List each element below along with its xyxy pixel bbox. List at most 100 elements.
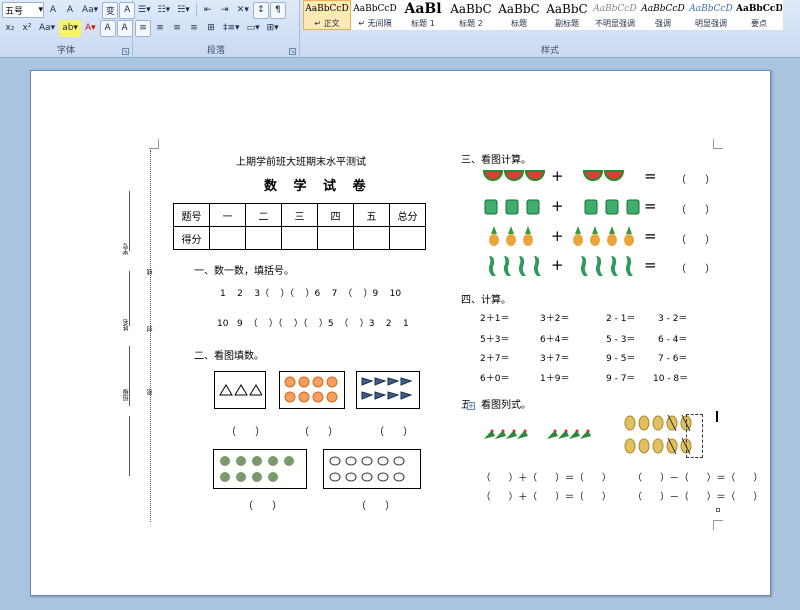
paragraph-dialog-launcher-icon[interactable]: ↘: [289, 48, 296, 55]
line-spacing-button[interactable]: ‡≡▾: [220, 20, 243, 37]
change-case-label: Aa▾: [82, 5, 99, 15]
styles-gallery: AaBbCcD ↵ 正文 AaBbCcD ↵ 无间隔 AaBl 标题 1 AaBbC 标…: [303, 0, 800, 44]
answer-blank[interactable]: （ ）: [243, 497, 282, 512]
table-cell[interactable]: [245, 226, 282, 250]
table-cell[interactable]: [281, 226, 318, 250]
chevron-down-icon: ▾: [38, 5, 43, 15]
shrink-font-button[interactable]: A: [62, 2, 78, 19]
case-button[interactable]: Aa▾: [36, 20, 58, 37]
align-right-button[interactable]: ≡: [169, 20, 185, 37]
sort-button[interactable]: ↕: [252, 1, 269, 19]
calc-item: 1＋9＝: [540, 374, 570, 384]
table-move-handle-icon[interactable]: +: [467, 402, 475, 410]
watermelons-right: [583, 169, 627, 185]
table-cell[interactable]: [389, 226, 426, 250]
style-title[interactable]: AaBbC 标题: [495, 0, 543, 30]
separator: [195, 3, 197, 17]
superscript-button[interactable]: x²: [19, 20, 35, 37]
equals-sign: =: [644, 167, 657, 185]
chinese-layout-button[interactable]: ✕▾: [234, 2, 252, 19]
bullets-button[interactable]: ☰▾: [135, 2, 154, 19]
font-size-select[interactable]: 五号 ▾: [2, 2, 44, 18]
student-no-label: 学号: [123, 243, 130, 255]
justify-button[interactable]: ≡: [186, 20, 202, 37]
grow-font-button[interactable]: A: [45, 2, 61, 19]
highlight-button[interactable]: ab▾: [59, 19, 81, 37]
style-intense-emphasis[interactable]: AaBbCcD 明显强调: [687, 0, 735, 30]
shells-picture: [279, 371, 345, 409]
style-heading1[interactable]: AaBl 标题 1: [399, 0, 447, 30]
shading-icon: ▭▾: [246, 23, 260, 33]
table-cell[interactable]: [209, 226, 246, 250]
show-marks-button[interactable]: ¶: [269, 1, 286, 19]
multilevel-list-button[interactable]: ☵▾: [174, 2, 193, 19]
change-case-button[interactable]: Aa▾: [79, 2, 101, 19]
equation-line-2[interactable]: （ ）＋（ ）＝（ ） （ ）－（ ）＝（ ）: [481, 489, 763, 503]
birds-group-1: [483, 427, 529, 443]
class-label: 班级: [123, 389, 130, 401]
answer-blank[interactable]: （ ）: [676, 231, 715, 246]
decrease-indent-button[interactable]: ⇤: [200, 2, 216, 19]
font-dialog-launcher-icon[interactable]: ↘: [122, 48, 129, 55]
increase-indent-button[interactable]: ⇥: [217, 2, 233, 19]
answer-blank[interactable]: （ ）: [374, 423, 413, 438]
justify-icon: ≡: [190, 23, 198, 33]
exam-subject: 数 学 试 卷: [264, 179, 372, 194]
seahorse-icons: [488, 256, 541, 276]
style-strong[interactable]: AaBbCcD 要点: [735, 0, 783, 30]
answer-blank[interactable]: （ ）: [676, 171, 715, 186]
char-shading-button[interactable]: A: [99, 19, 116, 37]
flag-icons: [361, 377, 413, 400]
superscript-label: x²: [22, 23, 32, 33]
enclose-char-label: A: [121, 23, 128, 33]
calc-item: 2＋1＝: [480, 314, 510, 324]
enclose-char-button[interactable]: A: [116, 19, 133, 37]
style-no-spacing[interactable]: AaBbCcD ↵ 无间隔: [351, 0, 399, 30]
distributed-button[interactable]: ⊞: [203, 20, 219, 37]
numbering-icon: ☷▾: [157, 5, 171, 15]
equation-line-1[interactable]: （ ）＋（ ）＝（ ） （ ）－（ ）＝（ ）: [481, 470, 763, 484]
section4-title: 四、计算。: [461, 295, 511, 306]
teapots-picture: [323, 449, 421, 489]
table-cell[interactable]: [353, 226, 390, 250]
font-group: 五号 ▾ A A Aa▾ 变 A x₂ x² Aa▾ ab▾ A▾ A A 字体 …: [0, 0, 136, 58]
answer-blank[interactable]: （ ）: [676, 260, 715, 275]
decrease-indent-icon: ⇤: [204, 5, 212, 15]
style-subtitle[interactable]: AaBbC 副标题: [543, 0, 591, 30]
answer-blank[interactable]: （ ）: [676, 201, 715, 216]
style-subtle-emphasis[interactable]: AaBbCcD 不明显强调: [591, 0, 639, 30]
calc-item: 5＋3＝: [480, 335, 510, 345]
borders-button[interactable]: ⊞▾: [264, 20, 282, 37]
phonetic-button[interactable]: 变: [102, 1, 119, 19]
style-normal[interactable]: AaBbCcD ↵ 正文: [303, 0, 351, 30]
sort-icon: ↕: [257, 5, 265, 15]
answer-blank[interactable]: （ ）: [299, 423, 338, 438]
style-emphasis[interactable]: AaBbCcD 强调: [639, 0, 687, 30]
mugs-left: [483, 197, 547, 217]
shading-button[interactable]: ▭▾: [244, 20, 263, 37]
selected-image-frame[interactable]: [686, 414, 703, 458]
increase-indent-icon: ⇥: [221, 5, 229, 15]
styles-group-label: 样式: [540, 46, 559, 56]
answer-blank[interactable]: （ ）: [226, 423, 265, 438]
binding-underline: [129, 271, 130, 326]
numbering-button[interactable]: ☷▾: [155, 2, 174, 19]
distributed-icon: ⊞: [207, 23, 215, 33]
watermelons-left: [483, 169, 547, 185]
subscript-label: x₂: [5, 23, 15, 33]
style-name: 不明显强调: [595, 19, 635, 28]
font-color-button[interactable]: A▾: [82, 20, 99, 37]
style-heading2[interactable]: AaBbC 标题 2: [447, 0, 495, 30]
answer-blank[interactable]: （ ）: [356, 497, 395, 512]
equals-sign: =: [644, 227, 657, 245]
align-center-button[interactable]: ≡: [152, 20, 168, 37]
multilevel-list-icon: ☵▾: [177, 5, 190, 15]
document-page[interactable]: 学号 姓名 班级 线 封 密 上期学前班大班期末水平测试 数 学 试 卷 题号 …: [30, 70, 771, 596]
equals-sign: =: [644, 197, 657, 215]
font-size-value: 五号: [5, 6, 24, 17]
paragraph-group: ☰▾ ☷▾ ☵▾ ⇤ ⇥ ✕▾ ↕ ¶ ≡ ≡ ≡ ≡ ⊞ ‡≡▾ ▭▾ ⊞▾ …: [133, 0, 300, 58]
pineapple-icons: [489, 226, 533, 246]
subscript-button[interactable]: x₂: [2, 20, 18, 37]
table-cell[interactable]: [317, 226, 354, 250]
align-left-button[interactable]: ≡: [135, 19, 151, 37]
